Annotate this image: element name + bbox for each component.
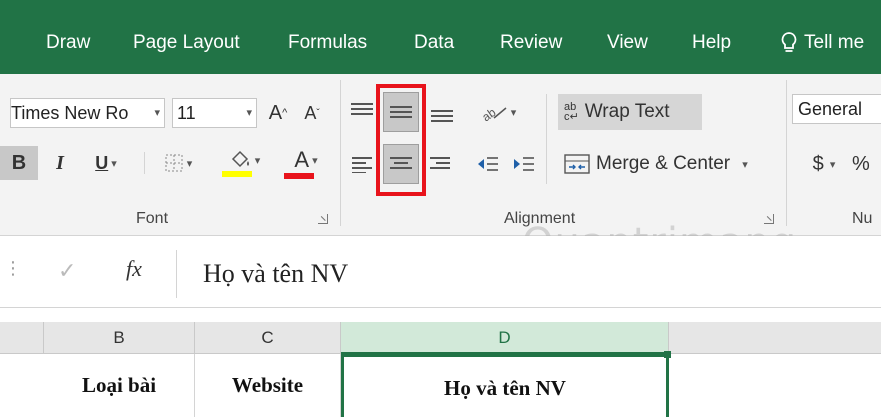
column-header-c[interactable]: C bbox=[195, 322, 341, 354]
wrap-text-label: Wrap Text bbox=[584, 101, 670, 122]
text-orientation-icon: ab bbox=[480, 105, 507, 122]
divider bbox=[546, 94, 547, 184]
shrink-font-letter: A bbox=[304, 102, 317, 123]
font-dialog-launcher[interactable] bbox=[318, 214, 328, 224]
fill-handle[interactable] bbox=[664, 351, 671, 358]
top-align-button[interactable] bbox=[348, 94, 376, 128]
chevron-down-icon: ▾ bbox=[183, 157, 193, 170]
chevron-down-icon: ▾ bbox=[154, 107, 160, 119]
shrink-font-button[interactable]: Aˇ bbox=[298, 98, 326, 128]
tab-data[interactable]: Data bbox=[414, 28, 454, 58]
chevron-down-icon: ▾ bbox=[736, 158, 748, 171]
name-box-edge: ⋮ bbox=[4, 258, 22, 278]
font-color-button[interactable]: A ▾ bbox=[278, 144, 334, 182]
italic-letter: I bbox=[56, 151, 64, 174]
currency-symbol: $ bbox=[812, 152, 824, 175]
chevron-down-icon: ▾ bbox=[246, 107, 252, 119]
tell-me-label: Tell me bbox=[804, 32, 865, 53]
wrap-text-icon-text: ab bbox=[564, 101, 577, 113]
paint-bucket-icon bbox=[231, 150, 249, 168]
percent-symbol: % bbox=[852, 152, 870, 175]
merge-center-icon bbox=[564, 154, 590, 174]
ribbon-tab-bar: Draw Page Layout Formulas Data Review Vi… bbox=[0, 0, 881, 74]
decrease-indent-button[interactable] bbox=[474, 148, 502, 180]
column-header-b[interactable]: B bbox=[44, 322, 195, 354]
divider bbox=[144, 152, 145, 174]
chevron-down-icon: ▾ bbox=[823, 158, 836, 171]
lightbulb-icon bbox=[781, 32, 797, 52]
ribbon-body: Times New Ro ▾ 11 ▾ A ^ Aˇ B I U ▾ ▾ ▾ A… bbox=[0, 74, 881, 236]
font-group-label: Font bbox=[136, 210, 169, 227]
align-left-icon bbox=[352, 155, 374, 173]
font-size-value: 11 bbox=[177, 103, 196, 123]
wrap-text-button[interactable]: ab c↵ Wrap Text bbox=[558, 94, 702, 130]
orientation-button[interactable]: ab ▾ bbox=[470, 96, 526, 128]
wrap-text-icon: ab c↵ bbox=[564, 101, 579, 123]
align-right-icon bbox=[430, 155, 452, 173]
insert-function-icon[interactable]: fx bbox=[126, 256, 142, 282]
decrease-indent-icon bbox=[478, 157, 498, 171]
fill-color-button[interactable]: ▾ bbox=[216, 144, 272, 182]
tab-formulas[interactable]: Formulas bbox=[288, 28, 367, 58]
formula-input[interactable]: Họ và tên NV bbox=[176, 250, 881, 298]
merge-center-label: Merge & Center bbox=[596, 153, 731, 174]
underline-button[interactable]: U ▾ bbox=[82, 146, 130, 180]
align-right-button[interactable] bbox=[428, 148, 454, 180]
column-header-d[interactable]: D bbox=[341, 322, 669, 354]
column-header-e[interactable] bbox=[669, 322, 881, 354]
font-name-value: Times New Ro bbox=[11, 103, 129, 123]
top-align-icon bbox=[351, 102, 373, 120]
tab-page-layout[interactable]: Page Layout bbox=[133, 28, 240, 58]
chevron-down-icon: ▾ bbox=[108, 157, 117, 170]
font-color-swatch bbox=[284, 173, 314, 179]
highlight-annotation bbox=[376, 84, 426, 196]
tab-review[interactable]: Review bbox=[500, 28, 562, 58]
chevron-down-icon: ▾ bbox=[309, 154, 318, 167]
cell-c[interactable]: Website bbox=[195, 354, 341, 417]
group-divider bbox=[786, 80, 787, 226]
group-divider bbox=[340, 80, 341, 226]
borders-icon bbox=[165, 154, 183, 172]
tab-draw[interactable]: Draw bbox=[46, 28, 90, 58]
font-name-combo[interactable]: Times New Ro ▾ bbox=[10, 98, 165, 128]
borders-button[interactable]: ▾ bbox=[152, 146, 204, 180]
bold-letter: B bbox=[11, 151, 27, 174]
fill-color-swatch bbox=[222, 171, 252, 177]
font-color-letter: A bbox=[294, 147, 310, 172]
enter-check-icon[interactable]: ✓ bbox=[58, 258, 76, 284]
number-format-value: General bbox=[798, 99, 863, 119]
align-left-button[interactable] bbox=[350, 148, 376, 180]
svg-text:ab: ab bbox=[480, 105, 499, 122]
grow-font-button[interactable]: A ^ bbox=[264, 98, 292, 128]
tell-me-search[interactable]: Tell me bbox=[780, 28, 864, 58]
tab-help[interactable]: Help bbox=[692, 28, 731, 58]
bottom-align-button[interactable] bbox=[428, 96, 456, 130]
currency-button[interactable]: $ ▾ bbox=[798, 148, 850, 180]
increase-indent-icon bbox=[514, 157, 534, 171]
number-format-combo[interactable]: General bbox=[792, 94, 881, 124]
bottom-align-icon bbox=[431, 104, 453, 122]
row-header-corner[interactable] bbox=[0, 322, 44, 354]
chevron-down-icon: ▾ bbox=[251, 154, 261, 167]
font-size-combo[interactable]: 11 ▾ bbox=[172, 98, 257, 128]
tab-view[interactable]: View bbox=[607, 28, 648, 58]
underline-letter: U bbox=[95, 152, 109, 173]
increase-indent-button[interactable] bbox=[510, 148, 538, 180]
merge-center-button[interactable]: Merge & Center ▾ bbox=[560, 146, 784, 182]
bold-button[interactable]: B bbox=[0, 146, 38, 180]
percent-button[interactable]: % bbox=[852, 148, 881, 180]
cell-d-active[interactable]: Họ và tên NV bbox=[341, 354, 669, 417]
grow-font-letter: A bbox=[268, 101, 283, 124]
number-group-label: Nu bbox=[852, 210, 873, 227]
cell-b[interactable]: Loại bài bbox=[44, 354, 195, 417]
italic-button[interactable]: I bbox=[46, 146, 74, 180]
chevron-down-icon: ▾ bbox=[507, 106, 517, 119]
